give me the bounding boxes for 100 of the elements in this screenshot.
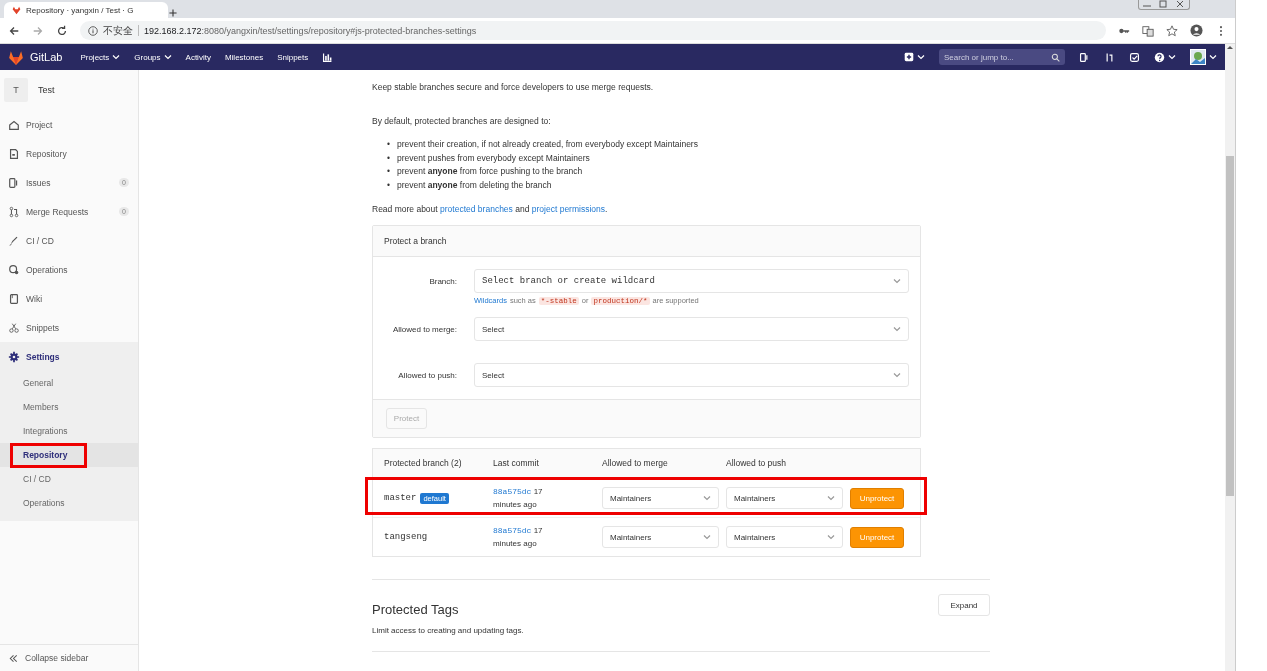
caret-icon — [1168, 54, 1176, 60]
push-dropdown[interactable]: Maintainers — [726, 487, 843, 509]
collapse-sidebar-button[interactable]: Collapse sidebar — [0, 644, 138, 671]
chevron-icon — [827, 495, 835, 501]
sidebar-item[interactable]: Repository — [0, 139, 138, 168]
caret-icon — [917, 54, 925, 60]
book-icon — [8, 292, 20, 305]
sidebar-subitem[interactable]: Operations — [0, 491, 138, 515]
settings-icon — [8, 350, 20, 363]
chart-icon[interactable] — [322, 51, 334, 63]
url-text: 192.168.2.172:8080/yangxin/test/settings/repository#js-protected-branches-settings — [144, 25, 477, 36]
reload-icon[interactable] — [56, 24, 68, 37]
caret-icon — [163, 54, 172, 60]
info-icon — [88, 25, 98, 36]
field-label: Allowed to merge: — [391, 323, 457, 336]
rule-item: prevent their creation, if not already created, from everybody except Maintainers — [397, 138, 698, 151]
help-button[interactable] — [1154, 51, 1176, 63]
translate-icon[interactable] — [1142, 24, 1154, 37]
merge-request-icon — [8, 205, 20, 218]
issues-icon[interactable] — [1079, 51, 1090, 63]
user-menu-button[interactable] — [1190, 49, 1217, 65]
chevron-icon — [703, 534, 711, 540]
merge-request-icon[interactable] — [1104, 51, 1115, 63]
project-permissions-link[interactable]: project permissions — [531, 204, 605, 214]
read-more-text: Read more about protected branches and project permissions. — [372, 204, 609, 215]
commit-link[interactable]: 88a575dc — [493, 487, 532, 496]
chevron-icon — [893, 278, 901, 284]
section-description: Limit access to creating and updating tags. — [372, 626, 524, 635]
sidebar-subitem[interactable]: Integrations — [0, 419, 138, 443]
protected-branches-link[interactable]: protected branches — [440, 204, 513, 214]
sidebar-item[interactable]: Snippets — [0, 313, 138, 342]
document-icon — [8, 147, 20, 160]
sidebar-item[interactable]: Project — [0, 110, 138, 139]
merge-dropdown[interactable]: Maintainers — [602, 526, 719, 548]
branch-name: tangseng — [384, 532, 428, 542]
field-label: Allowed to push: — [397, 369, 457, 382]
field-label: Branch: — [428, 275, 457, 288]
search-icon — [1051, 53, 1060, 62]
project-avatar[interactable]: T — [4, 78, 28, 102]
commit-info: 88a575dc 17 minutes ago — [493, 525, 544, 550]
chevron-icon — [893, 372, 901, 378]
caret-icon — [1209, 54, 1217, 60]
help-icon — [1154, 51, 1165, 63]
home-icon — [8, 118, 20, 131]
column-header: Allowed to merge — [602, 458, 669, 468]
nav-link[interactable]: Projects — [80, 52, 121, 62]
chevron-icon — [703, 495, 711, 501]
branch-name: master — [384, 493, 417, 503]
column-header: Allowed to push — [726, 458, 787, 468]
expand-button[interactable]: Expand — [938, 594, 990, 616]
search-field[interactable]: Search or jump to... — [939, 49, 1065, 65]
sidebar-subitem[interactable]: Members — [0, 395, 138, 419]
account-icon[interactable] — [1190, 24, 1203, 37]
rule-item: prevent pushes from everybody except Maintainers — [397, 151, 590, 165]
nav-link[interactable]: Activity — [185, 52, 211, 62]
rule-item: prevent anyone from deleting the branch — [397, 178, 552, 192]
address-bar[interactable]: 不安全 192.168.2.172:8080/yangxin/test/settings/repository#js-protected-branches-settings — [80, 21, 1106, 40]
sidebar-subitem[interactable]: CI / CD — [0, 467, 138, 491]
new-tab-icon[interactable] — [168, 8, 178, 18]
commit-link[interactable]: 88a575dc — [493, 526, 532, 535]
browser-tab[interactable]: Repository · yangxin / Test · G — [4, 2, 168, 18]
project-name[interactable]: Test — [38, 85, 55, 95]
plus-square-icon — [904, 52, 914, 62]
column-header: Last commit — [493, 458, 540, 468]
star-icon[interactable] — [1166, 24, 1178, 37]
merge-dropdown[interactable]: Select — [474, 317, 909, 341]
chevron-icon — [827, 534, 835, 540]
sidebar-item[interactable]: CI / CD — [0, 226, 138, 255]
bullet-mark: • — [387, 165, 390, 178]
defaults-heading: By default, protected branches are designed to: — [372, 116, 552, 127]
brand-name[interactable]: GitLab — [30, 51, 63, 63]
nav-link[interactable]: Snippets — [277, 52, 309, 62]
issues-icon — [8, 176, 20, 189]
merge-dropdown[interactable]: Maintainers — [602, 487, 719, 509]
scissors-icon — [8, 321, 20, 334]
sidebar-item[interactable]: Settings — [0, 342, 138, 371]
double-chevron-icon — [9, 653, 18, 663]
sidebar-item[interactable]: Wiki — [0, 284, 138, 313]
new-item-button[interactable] — [904, 52, 925, 62]
sidebar-item[interactable]: Operations — [0, 255, 138, 284]
nav-link[interactable]: Milestones — [224, 52, 264, 62]
sidebar-subitem[interactable]: General — [0, 371, 138, 395]
avatar-icon — [1190, 49, 1206, 65]
scrollbar[interactable] — [1225, 44, 1235, 671]
bullet-mark: • — [387, 138, 390, 151]
push-dropdown[interactable]: Maintainers — [726, 526, 843, 548]
nav-link[interactable]: Groups — [134, 52, 172, 62]
chevron-icon — [893, 326, 901, 332]
sidebar-subitem[interactable]: Repository — [0, 443, 138, 467]
bullet-mark: • — [387, 178, 390, 192]
intro-text: Keep stable branches secure and force developers to use merge requests. — [372, 82, 655, 93]
commit-info: 88a575dc 17 minutes ago — [493, 486, 544, 511]
back-icon[interactable] — [8, 24, 20, 37]
card-title: Protect a branch — [384, 236, 447, 246]
bullet-mark: • — [387, 151, 390, 165]
fox-logo-icon — [12, 5, 21, 15]
push-dropdown[interactable]: Select — [474, 363, 909, 387]
branch-dropdown[interactable]: Select branch or create wildcard — [474, 269, 909, 293]
rule-item: prevent anyone from force pushing to the branch — [397, 165, 583, 178]
todo-icon[interactable] — [1129, 51, 1140, 63]
